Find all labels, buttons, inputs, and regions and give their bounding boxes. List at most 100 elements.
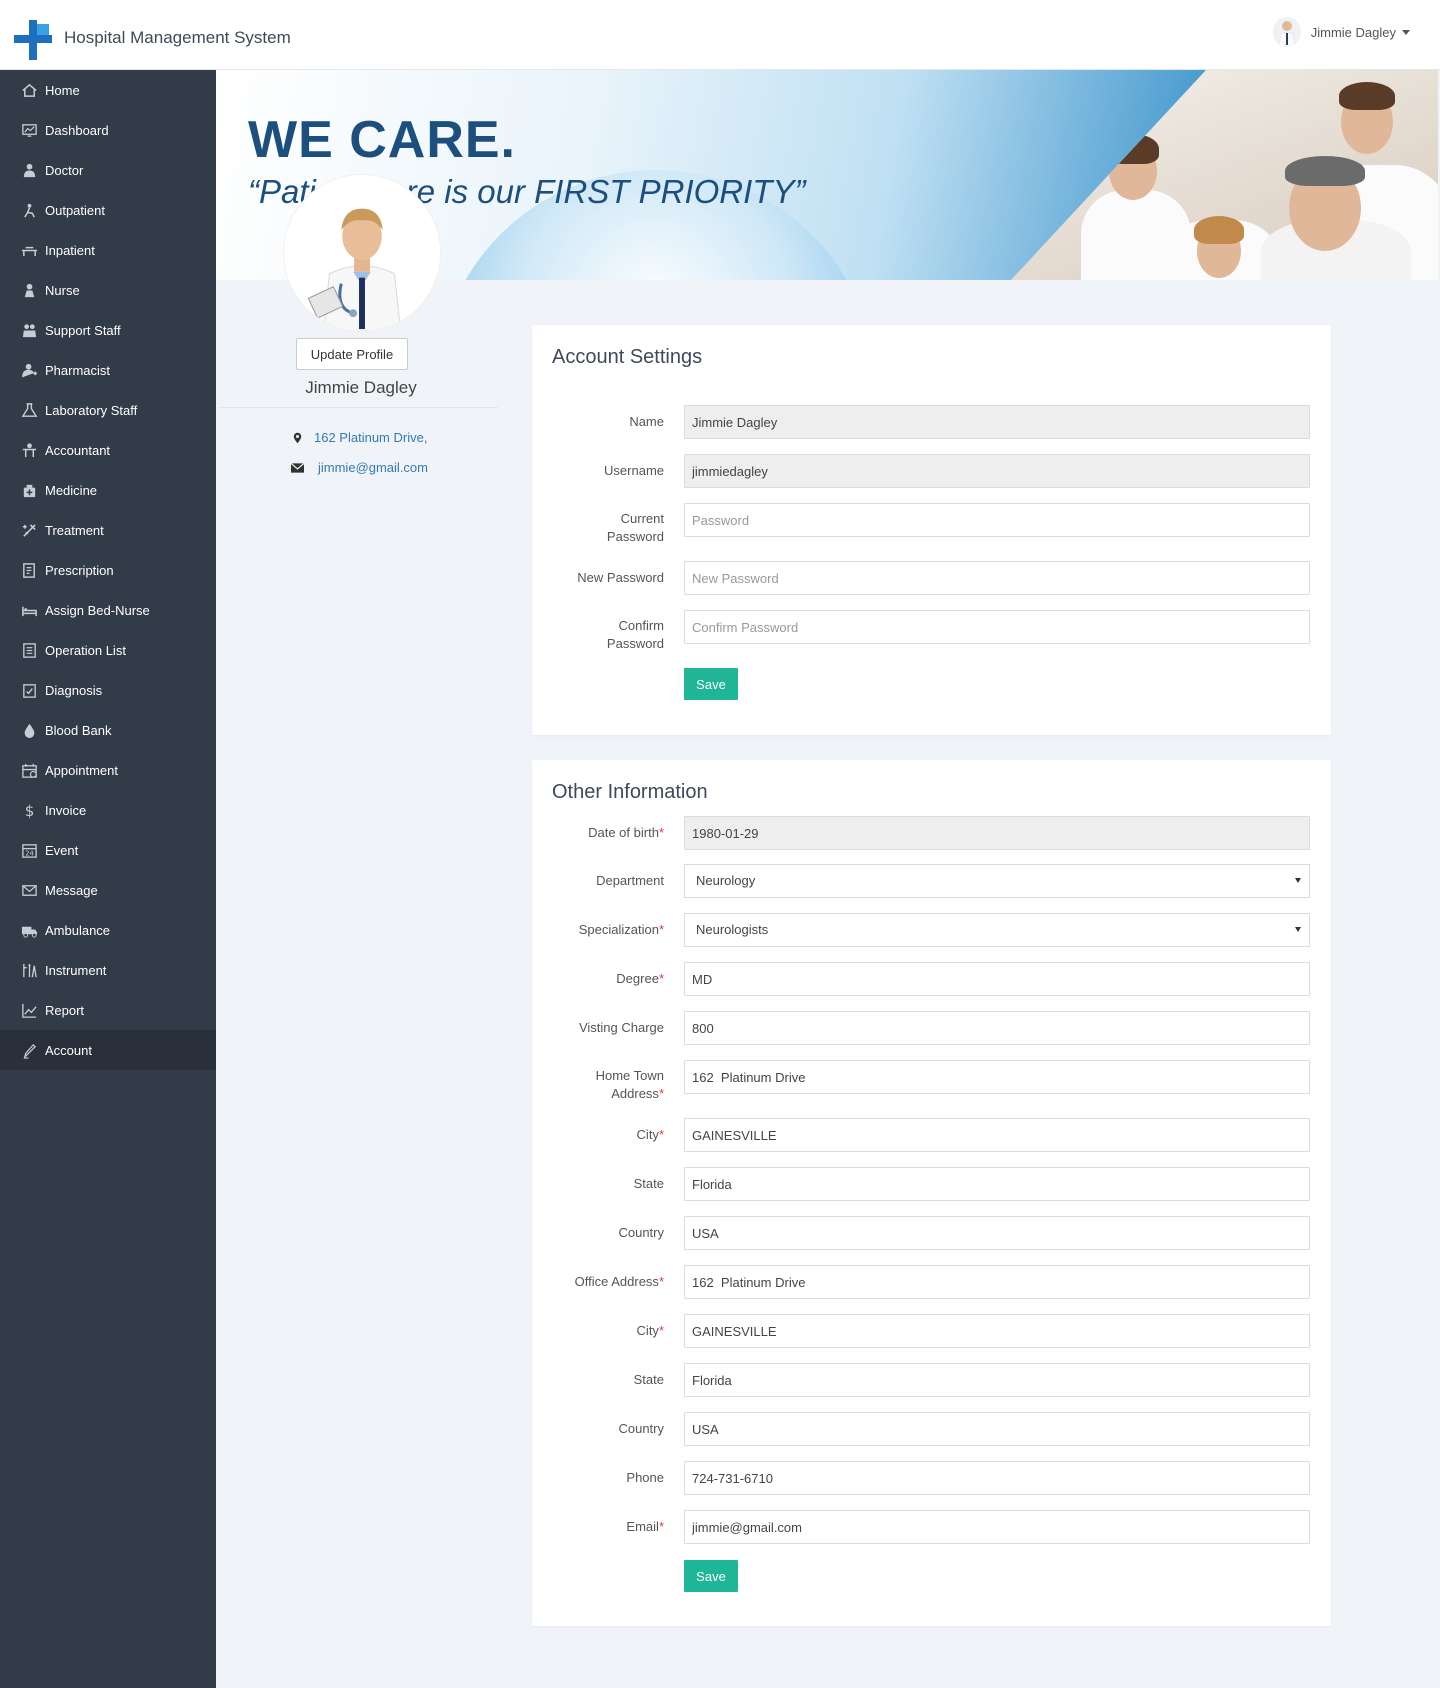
- home-state-input[interactable]: [684, 1167, 1310, 1201]
- specialization-select[interactable]: Neurologists: [684, 913, 1310, 947]
- required-asterisk: *: [658, 971, 664, 986]
- sidebar-item-label: Appointment: [45, 762, 118, 778]
- sidebar-item-report[interactable]: Report: [0, 990, 216, 1030]
- phone-input[interactable]: [684, 1461, 1310, 1495]
- sidebar-item-instrument[interactable]: Instrument: [0, 950, 216, 990]
- phone-label-text: Phone: [626, 1470, 664, 1485]
- home-city-label-text: City: [636, 1127, 659, 1142]
- name-field[interactable]: [684, 405, 1310, 439]
- confirm-password-input[interactable]: [684, 610, 1310, 644]
- sidebar-item-outpatient[interactable]: Outpatient: [0, 190, 216, 230]
- sidebar-item-nurse[interactable]: Nurse: [0, 270, 216, 310]
- home-country-input[interactable]: [684, 1216, 1310, 1250]
- home-city-input[interactable]: [684, 1118, 1310, 1152]
- account-save-button[interactable]: Save: [684, 668, 738, 700]
- department-select[interactable]: Neurology: [684, 864, 1310, 898]
- sidebar-item-message[interactable]: Message: [0, 870, 216, 910]
- office-city-input[interactable]: [684, 1314, 1310, 1348]
- email-input[interactable]: [684, 1510, 1310, 1544]
- charge-input[interactable]: [684, 1011, 1310, 1045]
- banner-headline: WE CARE.: [248, 111, 516, 169]
- office-address-input[interactable]: [684, 1265, 1310, 1299]
- sidebar-item-label: Instrument: [45, 962, 107, 978]
- office-country-input[interactable]: [684, 1412, 1310, 1446]
- sidebar-item-pharmacist[interactable]: Pharmacist: [0, 350, 216, 390]
- svg-text:24: 24: [25, 849, 33, 857]
- office-state-label: State: [534, 1371, 664, 1389]
- sidebar-item-accountant[interactable]: Accountant: [0, 430, 216, 470]
- office-state-input[interactable]: [684, 1363, 1310, 1397]
- other-info-save-button[interactable]: Save: [684, 1560, 738, 1592]
- report-chart-icon: [19, 1000, 39, 1020]
- sidebar-item-invoice[interactable]: $ Invoice: [0, 790, 216, 830]
- sidebar-item-label: Accountant: [45, 442, 111, 458]
- sidebar-item-operation-list[interactable]: Operation List: [0, 630, 216, 670]
- sidebar-item-blood-bank[interactable]: Blood Bank: [0, 710, 216, 750]
- current-password-input[interactable]: [684, 503, 1310, 537]
- sidebar-item-dashboard[interactable]: Dashboard: [0, 110, 216, 150]
- home-state-label: State: [534, 1175, 664, 1193]
- sidebar-item-home[interactable]: Home: [0, 70, 216, 110]
- phone-label: Phone: [534, 1469, 664, 1487]
- prescription-icon: [19, 560, 39, 580]
- update-profile-button[interactable]: Update Profile: [296, 338, 408, 370]
- sidebar-item-appointment[interactable]: Appointment: [0, 750, 216, 790]
- sidebar-item-label: Invoice: [45, 802, 87, 818]
- home-icon: [19, 80, 39, 100]
- office-city-label-text: City: [636, 1323, 659, 1338]
- home-address-label-text: Home Town Address: [595, 1068, 664, 1101]
- top-header: Hospital Management System Jimmie Dagley: [0, 0, 1440, 70]
- required-asterisk: *: [658, 1274, 664, 1289]
- office-country-label-text: Country: [618, 1421, 664, 1436]
- profile-email[interactable]: jimmie@gmail.com: [318, 460, 428, 475]
- user-avatar: [1272, 17, 1301, 47]
- envelope-icon: [290, 461, 304, 475]
- home-state-label-text: State: [633, 1176, 664, 1191]
- blood-drop-icon: [19, 720, 39, 740]
- office-country-label: Country: [534, 1420, 664, 1438]
- home-address-input[interactable]: [684, 1060, 1310, 1094]
- sidebar-item-prescription[interactable]: Prescription: [0, 550, 216, 590]
- profile-address[interactable]: 162 Platinum Drive,: [314, 430, 427, 445]
- dob-input[interactable]: [684, 816, 1310, 850]
- account-settings-panel: Account Settings Name Username Current P…: [532, 325, 1331, 735]
- username-field[interactable]: [684, 454, 1310, 488]
- pencil-icon: [19, 1040, 39, 1060]
- accountant-icon: [19, 440, 39, 460]
- sidebar-item-inpatient[interactable]: Inpatient: [0, 230, 216, 270]
- sidebar-item-treatment[interactable]: Treatment: [0, 510, 216, 550]
- sidebar-item-label: Home: [45, 82, 80, 98]
- new-password-input[interactable]: [684, 561, 1310, 595]
- sidebar-item-doctor[interactable]: Doctor: [0, 150, 216, 190]
- degree-input[interactable]: [684, 962, 1310, 996]
- required-asterisk: *: [658, 1086, 664, 1101]
- required-asterisk: *: [658, 1127, 664, 1142]
- sidebar-item-label: Pharmacist: [45, 362, 111, 378]
- dashboard-icon: [19, 120, 39, 140]
- confirm-password-label: Confirm Password: [606, 618, 664, 651]
- user-menu-dropdown[interactable]: Jimmie Dagley: [1272, 17, 1410, 47]
- sidebar-item-medicine[interactable]: Medicine: [0, 470, 216, 510]
- sidebar-item-support-staff[interactable]: Support Staff: [0, 310, 216, 350]
- svg-text:$: $: [24, 802, 34, 819]
- charge-label: Visting Charge: [534, 1019, 664, 1037]
- instrument-icon: [19, 960, 39, 980]
- sidebar-item-ambulance[interactable]: Ambulance: [0, 910, 216, 950]
- sidebar-item-assign-bed-nurse[interactable]: Assign Bed-Nurse: [0, 590, 216, 630]
- treatment-icon: [19, 520, 39, 540]
- diagnosis-icon: [19, 680, 39, 700]
- sidebar-item-event[interactable]: 24 Event: [0, 830, 216, 870]
- sidebar-item-laboratory-staff[interactable]: Laboratory Staff: [0, 390, 216, 430]
- sidebar-item-diagnosis[interactable]: Diagnosis: [0, 670, 216, 710]
- required-asterisk: *: [658, 825, 664, 840]
- specialization-label: Specialization*: [534, 921, 664, 939]
- current-password-label: Current Password: [606, 511, 664, 544]
- office-address-label: Office Address*: [534, 1273, 664, 1291]
- sidebar-item-account[interactable]: Account: [0, 1030, 216, 1070]
- department-label-text: Department: [596, 873, 664, 888]
- medical-team-photo: [1011, 70, 1438, 280]
- office-city-label: City*: [534, 1322, 664, 1340]
- office-state-label-text: State: [633, 1372, 664, 1387]
- department-selected-value: Neurology: [696, 873, 756, 888]
- email-label: Email*: [534, 1518, 664, 1536]
